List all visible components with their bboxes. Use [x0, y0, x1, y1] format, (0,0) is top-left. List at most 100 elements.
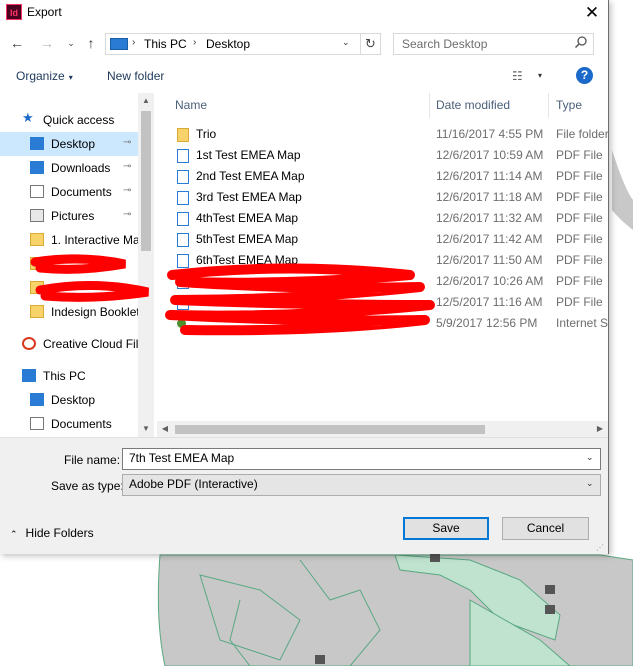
column-header-name[interactable]: Name	[175, 98, 207, 112]
file-row[interactable]: 12/6/2017 10:26 AM PDF File	[157, 271, 608, 292]
nav-item-documents[interactable]: Documents ⊸	[0, 180, 138, 204]
file-type: PDF File	[556, 232, 603, 246]
pdf-icon	[177, 191, 189, 205]
nav-item-pictures[interactable]: Pictures ⊸	[0, 204, 138, 228]
file-row[interactable]: 5/9/2017 12:56 PM Internet S	[157, 313, 608, 334]
file-type: File folder	[556, 127, 608, 141]
resize-grip-icon[interactable]: ⋰	[596, 543, 604, 552]
nav-scrollbar[interactable]: ▲ ▼	[138, 93, 154, 437]
nav-item-redacted[interactable]	[0, 276, 138, 300]
close-button[interactable]: ✕	[576, 0, 608, 27]
pdf-icon	[177, 296, 189, 310]
refresh-button[interactable]: ↻	[360, 34, 380, 54]
file-row[interactable]: 12/5/2017 11:16 AM PDF File	[157, 292, 608, 313]
file-row[interactable]: 6thTest EMEA Map 12/6/2017 11:50 AM PDF Fi…	[157, 250, 608, 271]
search-icon[interactable]	[572, 35, 590, 53]
chevron-down-icon[interactable]: ⌄	[586, 452, 594, 463]
nav-item-documents[interactable]: Documents	[0, 412, 138, 436]
column-header-type[interactable]: Type	[556, 98, 582, 112]
chevron-down-icon[interactable]: ⌄	[586, 478, 594, 489]
file-type: PDF File	[556, 169, 603, 183]
up-one-level-button[interactable]: ↑	[82, 34, 100, 52]
breadcrumb-this-pc[interactable]: This PC	[144, 37, 187, 51]
file-name: 2nd Test EMEA Map	[196, 169, 305, 183]
file-date-modified: 11/16/2017 4:55 PM	[436, 127, 544, 141]
save-as-type-select[interactable]: Adobe PDF (Interactive)	[122, 474, 601, 496]
pdf-icon	[177, 170, 189, 184]
nav-item-this-pc[interactable]: This PC	[0, 364, 138, 388]
file-row[interactable]: 1st Test EMEA Map 12/6/2017 10:59 AM PDF F…	[157, 145, 608, 166]
nav-item-1-interactive-ma[interactable]: 1. Interactive Ma	[0, 228, 140, 252]
organize-button[interactable]: Organize ▾	[16, 69, 73, 83]
nav-item-downloads[interactable]: Downloads ⊸	[0, 156, 138, 180]
file-name-label: File name:	[64, 453, 121, 467]
export-dialog: Id Export ✕ ← → ⌄ ↑ › This PC › Desktop …	[0, 0, 609, 554]
folder-icon	[30, 257, 44, 270]
chevron-down-icon[interactable]: ▾	[538, 71, 542, 80]
file-type: PDF File	[556, 274, 603, 288]
horizontal-scrollbar[interactable]: ◀ ▶	[157, 421, 608, 437]
folder-icon	[30, 281, 44, 294]
scroll-thumb[interactable]	[175, 425, 485, 434]
column-divider[interactable]	[429, 93, 430, 118]
nav-item-label: This PC	[43, 369, 86, 383]
nav-item-redacted[interactable]	[0, 252, 138, 276]
search-input[interactable]: Search Desktop	[393, 33, 594, 55]
indesign-app-icon: Id	[6, 4, 22, 20]
nav-item-label: Pictures	[51, 209, 95, 223]
nav-item-label: Documents	[51, 185, 112, 199]
file-date-modified: 12/6/2017 10:26 AM	[436, 274, 544, 288]
scroll-up-arrow-icon[interactable]: ▲	[138, 93, 154, 109]
pictures-icon	[30, 209, 44, 222]
address-bar[interactable]: › This PC › Desktop ⌄ ↻	[105, 33, 381, 55]
nav-item-label: Desktop	[51, 393, 96, 407]
recent-locations-chevron-icon[interactable]: ⌄	[62, 34, 80, 52]
file-row[interactable]: 5thTest EMEA Map 12/6/2017 11:42 AM PDF Fi…	[157, 229, 608, 250]
breadcrumb-desktop[interactable]: Desktop	[206, 37, 250, 51]
file-name: 6thTest EMEA Map	[196, 253, 299, 267]
change-view-icon[interactable]: ☷	[512, 69, 523, 83]
documents-icon	[30, 185, 44, 198]
help-button[interactable]: ?	[576, 67, 593, 84]
scroll-thumb[interactable]	[141, 111, 151, 251]
creative-cloud-icon	[22, 337, 36, 350]
new-folder-button[interactable]: New folder	[107, 69, 164, 83]
file-type: Internet S	[556, 316, 608, 330]
file-date-modified: 12/6/2017 11:42 AM	[436, 232, 543, 246]
nav-item-indesign-booklet[interactable]: Indesign Booklet	[0, 300, 140, 324]
sort-ascending-icon: ^	[295, 93, 299, 97]
chevron-down-icon: ▾	[68, 73, 73, 82]
file-date-modified: 12/6/2017 11:18 AM	[436, 190, 543, 204]
hide-folders-button[interactable]: ⌃ Hide Folders	[10, 526, 94, 540]
pin-icon: ⊸	[123, 209, 132, 220]
forward-button[interactable]: →	[38, 34, 56, 52]
file-row[interactable]: 3rd Test EMEA Map 12/6/2017 11:18 AM PDF F…	[157, 187, 608, 208]
pdf-icon	[177, 212, 189, 226]
file-row[interactable]: Trio 11/16/2017 4:55 PM File folder	[157, 124, 608, 145]
folder-icon	[177, 128, 189, 142]
file-row[interactable]: 2nd Test EMEA Map 12/6/2017 11:14 AM PDF F…	[157, 166, 608, 187]
back-button[interactable]: ←	[8, 34, 26, 52]
save-button[interactable]: Save	[403, 517, 489, 540]
scroll-right-arrow-icon[interactable]: ▶	[592, 421, 608, 437]
file-date-modified: 12/5/2017 11:16 AM	[436, 295, 543, 309]
pin-icon: ⊸	[123, 137, 132, 148]
scroll-down-arrow-icon[interactable]: ▼	[138, 421, 154, 437]
address-dropdown-icon[interactable]: ⌄	[342, 37, 350, 48]
file-row[interactable]: 4thTest EMEA Map 12/6/2017 11:32 AM PDF Fi…	[157, 208, 608, 229]
nav-item-creative-cloud-fil[interactable]: Creative Cloud Fil	[0, 332, 138, 356]
nav-item-desktop[interactable]: Desktop	[0, 388, 138, 412]
file-name-field[interactable]: 7th Test EMEA Map	[122, 448, 601, 470]
chevron-up-icon: ⌃	[10, 529, 18, 539]
column-header-date-modified[interactable]: Date modified	[436, 98, 510, 112]
breadcrumb-separator: ›	[193, 37, 197, 48]
cancel-button[interactable]: Cancel	[502, 517, 589, 540]
file-name: 4thTest EMEA Map	[196, 211, 299, 225]
search-placeholder: Search Desktop	[402, 37, 488, 51]
column-divider[interactable]	[548, 93, 549, 118]
nav-item-desktop[interactable]: Desktop ⊸	[0, 132, 138, 156]
pdf-icon	[177, 233, 189, 247]
organize-label: Organize	[16, 69, 65, 83]
nav-item-quick-access[interactable]: ★ Quick access	[0, 108, 138, 132]
scroll-left-arrow-icon[interactable]: ◀	[157, 421, 173, 437]
